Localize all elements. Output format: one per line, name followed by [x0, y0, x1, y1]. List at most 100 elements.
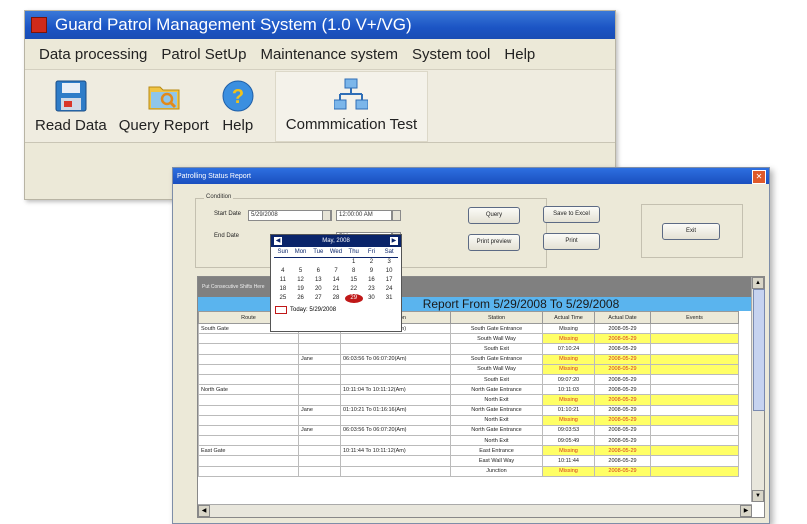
calendar-day[interactable]: 12 — [292, 276, 310, 285]
calendar-day[interactable]: 10 — [380, 267, 398, 276]
calendar-dow: Wed — [327, 248, 345, 258]
scroll-thumb[interactable] — [753, 289, 765, 411]
calendar-day[interactable]: 29 — [344, 294, 363, 303]
save-to-excel-button[interactable]: Save to Excel — [543, 206, 600, 223]
table-row[interactable]: Jane 01:10:21 To 01:16:16(Am) North Gate E… — [198, 404, 739, 416]
calendar-today[interactable]: Today: 5/29/2008 — [271, 306, 401, 314]
table-cell: Missing — [542, 414, 595, 426]
calendar-day[interactable]: 22 — [345, 285, 363, 294]
calendar-day[interactable]: 28 — [327, 294, 345, 303]
calendar-day[interactable]: 15 — [345, 276, 363, 285]
table-cell: 2008-05-29 — [594, 373, 651, 386]
horizontal-scrollbar[interactable]: ◀ ▶ — [198, 504, 752, 517]
scroll-down-icon[interactable]: ▼ — [752, 490, 764, 502]
communication-test-button[interactable]: Commmication Test — [274, 71, 429, 142]
table-row[interactable]: Jane 06:03:56 To 06:07:20(Am) North Gate E… — [198, 424, 739, 437]
start-date-dropdown[interactable] — [322, 210, 331, 221]
calendar-day[interactable]: 27 — [309, 294, 327, 303]
calendar-day[interactable]: 6 — [309, 267, 327, 276]
read-data-button[interactable]: Read Data — [29, 79, 113, 142]
column-header[interactable]: Station — [450, 311, 543, 324]
print-button[interactable]: Print — [543, 233, 600, 250]
table-row[interactable]: North Exit Missing 2008-05-29 — [198, 414, 739, 426]
calendar-day[interactable]: 31 — [380, 294, 398, 303]
table-cell — [198, 333, 299, 345]
close-icon[interactable]: ✕ — [752, 170, 766, 184]
start-date-field[interactable]: 5/29/2008 — [248, 210, 332, 221]
calendar-day[interactable]: 8 — [345, 267, 363, 276]
menu-help[interactable]: Help — [504, 46, 535, 63]
menu-system-tool[interactable]: System tool — [412, 46, 490, 63]
calendar-day[interactable]: 9 — [363, 267, 381, 276]
table-cell: 10:11:03 — [542, 384, 595, 396]
menu-maintenance-system[interactable]: Maintenance system — [260, 46, 398, 63]
scroll-left-icon[interactable]: ◀ — [198, 505, 210, 517]
table-cell: Jane — [298, 404, 341, 416]
calendar-day[interactable]: 30 — [363, 294, 381, 303]
calendar-day[interactable]: 4 — [274, 267, 292, 276]
table-row[interactable]: South Exit 09:07:20 2008-05-29 — [198, 373, 739, 386]
menu-patrol-setup[interactable]: Patrol SetUp — [161, 46, 246, 63]
prev-month-icon[interactable]: ◀ — [274, 237, 282, 245]
table-row[interactable]: Junction Missing 2008-05-29 — [198, 465, 739, 477]
table-cell: North Gate Entrance — [450, 424, 543, 437]
calendar-day[interactable]: 7 — [327, 267, 345, 276]
help-icon: ? — [222, 80, 254, 112]
calendar-day[interactable]: 25 — [274, 294, 292, 303]
exit-button[interactable]: Exit — [662, 223, 720, 240]
table-cell: 2008-05-29 — [594, 384, 651, 396]
table-cell: 2008-05-29 — [594, 424, 651, 437]
calendar-day[interactable]: 11 — [274, 276, 292, 285]
start-time-spinner[interactable] — [392, 210, 401, 221]
calendar-day[interactable]: 13 — [309, 276, 327, 285]
calendar-day[interactable]: 26 — [292, 294, 310, 303]
calendar-popup: ◀ May, 2008 ▶ Sun Mon Tue Wed Thu Fri Sat 1 2 3 4 5… — [270, 234, 402, 332]
table-row[interactable]: East Gate 10:11:44 To 10:11:12(Am) East En… — [198, 445, 739, 457]
table-cell: Missing — [542, 445, 595, 457]
help-button[interactable]: ? Help — [215, 79, 261, 142]
calendar-day[interactable]: 20 — [309, 285, 327, 294]
table-row[interactable]: South Exit 07:10:24 2008-05-29 — [198, 343, 739, 355]
calendar-day[interactable]: 24 — [380, 285, 398, 294]
menu-data-processing[interactable]: Data processing — [39, 46, 147, 63]
table-row[interactable]: North Exit Missing 2008-05-29 — [198, 394, 739, 406]
table-cell: North Gate — [198, 384, 299, 396]
calendar-day[interactable]: 14 — [327, 276, 345, 285]
calendar-day[interactable]: 19 — [292, 285, 310, 294]
print-preview-button[interactable]: Print preview — [468, 234, 520, 251]
query-button[interactable]: Query — [468, 207, 520, 224]
table-cell: 07:10:24 — [542, 343, 595, 355]
scroll-right-icon[interactable]: ▶ — [740, 505, 752, 517]
table-row[interactable]: Jane 06:03:56 To 06:07:20(Am) South Gate E… — [198, 353, 739, 365]
table-cell — [298, 343, 341, 355]
table-cell: South Exit — [450, 343, 543, 355]
calendar-day[interactable]: 3 — [380, 258, 398, 267]
table-row[interactable]: South Wall Way Missing 2008-05-29 — [198, 333, 739, 345]
query-report-button[interactable]: Query Report — [113, 79, 215, 142]
calendar-day[interactable]: 18 — [274, 285, 292, 294]
calendar-day[interactable]: 21 — [327, 285, 345, 294]
table-cell: 2008-05-29 — [594, 333, 651, 345]
table-row[interactable]: North Gate 10:11:04 To 10:11:12(Am) North … — [198, 384, 739, 396]
table-cell: Jane — [298, 424, 341, 437]
table-cell — [198, 465, 299, 477]
calendar-day[interactable]: 23 — [363, 285, 381, 294]
calendar-day[interactable]: 16 — [363, 276, 381, 285]
table-row[interactable]: East Wall Way 10:11:44 2008-05-29 — [198, 455, 739, 467]
table-row[interactable]: North Exit 09:05:49 2008-05-29 — [198, 435, 739, 447]
vertical-scrollbar[interactable]: ▲ ▼ — [751, 277, 765, 502]
column-header[interactable]: Actual Date — [594, 311, 651, 324]
calendar-day[interactable]: 5 — [292, 267, 310, 276]
table-cell — [298, 384, 341, 396]
table-cell — [340, 363, 451, 375]
table-cell — [298, 455, 341, 467]
scroll-up-icon[interactable]: ▲ — [752, 277, 764, 289]
column-header[interactable]: Actual Time — [542, 311, 595, 324]
calendar-day[interactable]: 17 — [380, 276, 398, 285]
table-row[interactable]: South Wall Way Missing 2008-05-29 — [198, 363, 739, 375]
next-month-icon[interactable]: ▶ — [389, 237, 398, 245]
column-header[interactable]: Events — [650, 311, 739, 324]
calendar-day[interactable]: 2 — [363, 258, 381, 267]
calendar-day[interactable]: 1 — [345, 258, 363, 267]
start-time-field[interactable]: 12:00:00 AM — [336, 210, 392, 221]
